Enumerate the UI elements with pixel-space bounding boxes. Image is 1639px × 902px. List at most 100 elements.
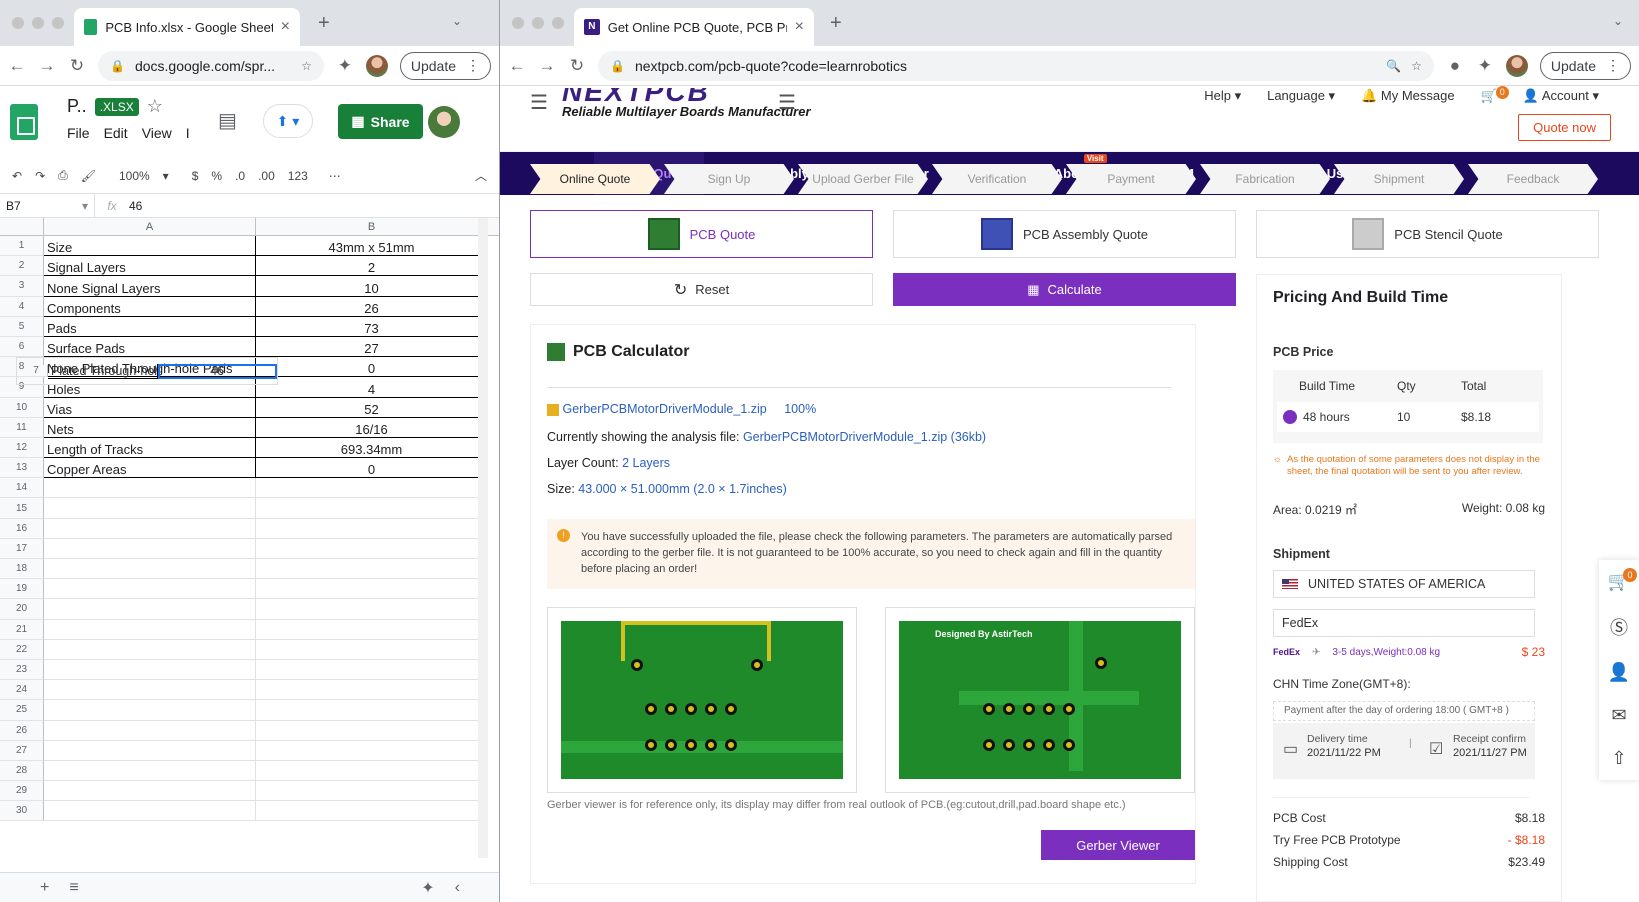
forward-icon[interactable]: → (538, 56, 556, 76)
carrier-select[interactable]: FedEx (1273, 609, 1535, 637)
my-message-link[interactable]: 🔔 My Message (1361, 88, 1455, 104)
pcb-stencil-quote-card[interactable]: PCB Stencil Quote (1256, 210, 1599, 258)
row-number[interactable]: 2 (0, 256, 44, 277)
row-number[interactable]: 29 (0, 781, 44, 802)
cell-b[interactable] (256, 518, 488, 539)
nextpcb-logo[interactable]: NEXTPCB Reliable Multilayer Boards Manuf… (562, 88, 811, 119)
decrease-decimal-button[interactable]: .0 (235, 169, 245, 183)
hamburger-icon[interactable]: ☰ (530, 90, 548, 115)
undo-icon[interactable]: ↶ (12, 169, 22, 183)
row-number[interactable]: 17 (0, 538, 44, 559)
pcb-assembly-quote-card[interactable]: PCB Assembly Quote (893, 210, 1236, 258)
column-header-a[interactable]: A (44, 218, 256, 235)
price-option-row[interactable]: 48 hours 10 $8.18 (1277, 402, 1539, 432)
uploaded-file-link[interactable]: GerberPCBMotorDriverModule_1.zip (562, 402, 766, 416)
cell-a[interactable] (44, 478, 256, 499)
explore-icon[interactable]: ✦ (421, 878, 434, 898)
close-tab-icon[interactable]: × (795, 18, 804, 36)
back-icon[interactable]: ← (508, 56, 526, 76)
cell-a[interactable] (44, 720, 256, 741)
cell-a[interactable] (44, 801, 256, 822)
row-number[interactable]: 22 (0, 639, 44, 660)
column-header-b[interactable]: B (256, 218, 488, 235)
cell-a[interactable]: Nets (44, 417, 256, 438)
cell-a[interactable] (44, 599, 256, 620)
row-number[interactable]: 12 (0, 437, 44, 459)
reset-button[interactable]: ↻ Reset (530, 273, 873, 306)
calculate-button[interactable]: ▦ Calculate (893, 273, 1236, 306)
cell-b[interactable] (256, 801, 488, 822)
cell-b[interactable]: 0 (256, 458, 488, 479)
cell-a[interactable]: Pads (44, 316, 256, 337)
menu-insert[interactable]: I (186, 125, 190, 141)
cell-b[interactable] (256, 559, 488, 580)
cell-b[interactable] (256, 720, 488, 741)
hamburger-right-icon[interactable]: ☰ (778, 90, 796, 115)
rocket-top-icon[interactable]: ⇧ (1611, 748, 1626, 769)
row-number[interactable]: 14 (0, 478, 44, 499)
help-menu[interactable]: Help ▾ (1204, 88, 1241, 104)
formula-input[interactable]: 46 (129, 199, 142, 213)
cell-a[interactable] (44, 760, 256, 782)
currency-button[interactable]: $ (192, 169, 199, 183)
row-number[interactable]: 3 (0, 276, 44, 297)
cell-a[interactable] (44, 680, 256, 701)
cell-a[interactable] (44, 559, 256, 580)
vertical-scrollbar[interactable] (478, 218, 488, 858)
cell-b[interactable] (256, 619, 488, 640)
redo-icon[interactable]: ↷ (35, 169, 45, 183)
row-number[interactable]: 21 (0, 619, 44, 640)
reload-icon[interactable]: ↻ (68, 56, 86, 76)
quote-now-button[interactable]: Quote now (1518, 114, 1611, 141)
profile-avatar[interactable] (365, 54, 388, 77)
row-number[interactable]: 5 (0, 316, 44, 337)
more-tools-icon[interactable]: ⋯ (329, 169, 341, 183)
cell-b[interactable] (256, 760, 488, 782)
record-icon[interactable]: ● (1446, 56, 1464, 76)
cell-b[interactable]: 43mm x 51mm (256, 236, 488, 257)
row-number[interactable]: 7 (25, 365, 48, 378)
cell-b[interactable] (256, 599, 488, 620)
comment-icon[interactable]: ▤ (218, 108, 237, 133)
cell-b[interactable] (256, 781, 488, 802)
reload-icon[interactable]: ↻ (568, 56, 586, 76)
browser-tab-sheets[interactable]: PCB Info.xlsx - Google Sheets × (74, 8, 300, 46)
address-bar[interactable]: 🔒 docs.google.com/spr... ☆ (98, 50, 324, 81)
cell-b[interactable]: 26 (256, 296, 488, 317)
row-number[interactable]: 15 (0, 498, 44, 519)
cell-b[interactable]: 2 (256, 256, 488, 277)
menu-edit[interactable]: Edit (104, 125, 128, 141)
corner-cell[interactable] (0, 218, 44, 235)
cell-b[interactable]: 0 (256, 357, 488, 378)
new-tab-icon[interactable]: + (318, 12, 330, 35)
row-number[interactable]: 18 (0, 559, 44, 580)
format-select[interactable]: 123 (288, 169, 308, 183)
cell-b[interactable] (256, 740, 488, 761)
cell-a[interactable]: Size (44, 236, 256, 257)
cell-a[interactable] (44, 781, 256, 802)
cell-b[interactable]: 16/16 (256, 417, 488, 438)
update-button[interactable]: Update ⋮ (399, 51, 491, 80)
paint-format-icon[interactable]: 🖌 (81, 169, 96, 183)
cell-a[interactable] (44, 538, 256, 559)
cell-a[interactable]: None Signal Layers (44, 276, 256, 297)
cell-a[interactable]: Vias (44, 397, 256, 418)
menu-file[interactable]: File (67, 125, 90, 141)
print-icon[interactable]: ⎙ (58, 168, 68, 183)
all-sheets-icon[interactable]: ≡ (69, 879, 78, 897)
doc-title[interactable]: P.. (67, 96, 87, 117)
row-number[interactable]: 6 (0, 336, 44, 358)
star-doc-icon[interactable]: ☆ (147, 96, 163, 117)
row-number[interactable]: 27 (0, 740, 44, 761)
collapse-icon[interactable]: ︿ (475, 167, 487, 184)
cell-b[interactable]: 52 (256, 397, 488, 418)
increase-decimal-button[interactable]: .00 (258, 169, 275, 183)
star-icon[interactable]: ☆ (1411, 59, 1422, 73)
account-avatar[interactable] (428, 106, 460, 138)
row-number[interactable]: 16 (0, 518, 44, 539)
row-number[interactable]: 1 (0, 236, 44, 257)
cell-b[interactable]: 693.34mm (256, 437, 488, 459)
new-tab-icon[interactable]: + (830, 12, 842, 35)
cell-b[interactable] (256, 659, 488, 681)
zoom-caret-icon[interactable]: ▾ (163, 169, 169, 183)
